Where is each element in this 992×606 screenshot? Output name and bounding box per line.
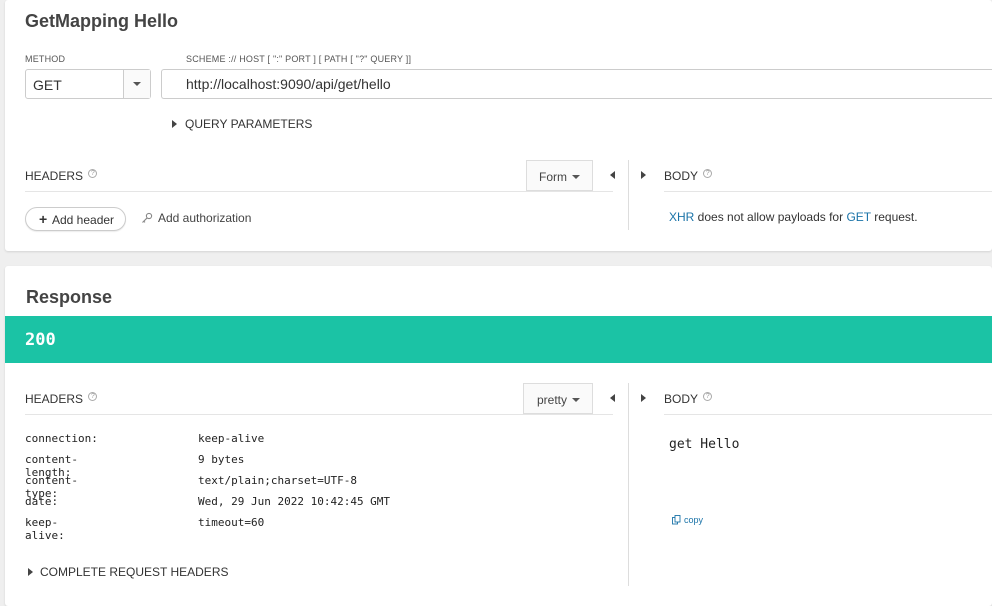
divider xyxy=(664,191,992,192)
help-icon[interactable]: ? xyxy=(703,169,713,178)
add-header-label: Add header xyxy=(52,213,115,227)
method-value: GET xyxy=(33,77,62,93)
pretty-button-label: pretty xyxy=(537,393,568,407)
expand-right-icon[interactable] xyxy=(641,394,646,402)
body-payload-note: XHR does not allow payloads for GET requ… xyxy=(669,210,918,224)
key-icon xyxy=(142,212,153,223)
chevron-down-icon xyxy=(572,175,580,179)
form-button-label: Form xyxy=(539,170,567,184)
form-button[interactable]: Form xyxy=(526,160,593,191)
request-panel: GetMapping Hello METHOD SCHEME :// HOST … xyxy=(5,0,992,251)
divider xyxy=(25,414,613,415)
response-title: Response xyxy=(26,287,113,307)
status-code: 200 xyxy=(25,330,56,350)
request-body-text: BODY xyxy=(664,169,698,183)
panel-splitter[interactable] xyxy=(628,160,629,230)
response-body-content: get Hello xyxy=(669,437,740,452)
method-label: METHOD xyxy=(25,54,66,64)
header-value: keep-alive xyxy=(198,432,265,445)
collapse-left-icon[interactable] xyxy=(610,171,615,179)
header-value: text/plain;charset=UTF-8 xyxy=(198,474,357,487)
header-name: keep-alive: xyxy=(25,516,65,542)
response-headers-text: HEADERS xyxy=(25,392,84,406)
url-format-label: SCHEME :// HOST [ ":" PORT ] [ PATH [ "?… xyxy=(186,54,412,64)
help-icon[interactable]: ? xyxy=(88,392,98,401)
body-note-text: does not allow payloads for xyxy=(694,210,847,224)
xhr-link[interactable]: XHR xyxy=(669,210,694,224)
response-body-text: BODY xyxy=(664,392,698,406)
header-value: 9 bytes xyxy=(198,453,245,466)
expand-right-icon[interactable] xyxy=(641,171,646,179)
url-input[interactable]: http://localhost:9090/api/get/hello xyxy=(161,69,992,99)
request-headers-label: HEADERS ? xyxy=(25,169,98,183)
add-authorization-label: Add authorization xyxy=(158,211,252,225)
collapse-left-icon[interactable] xyxy=(610,394,615,402)
query-parameters-label: QUERY PARAMETERS xyxy=(185,117,313,131)
plus-icon: + xyxy=(39,211,48,227)
header-value: Wed, 29 Jun 2022 10:42:45 GMT xyxy=(198,495,391,508)
pretty-button[interactable]: pretty xyxy=(523,383,593,414)
body-note-end: request. xyxy=(870,210,918,224)
response-panel: Response 200 HEADERS ? pretty BODY ? con… xyxy=(5,266,992,606)
get-link[interactable]: GET xyxy=(846,210,870,224)
help-icon[interactable]: ? xyxy=(703,392,713,401)
help-icon[interactable]: ? xyxy=(88,169,98,178)
request-body-label: BODY ? xyxy=(664,169,713,183)
panel-splitter[interactable] xyxy=(628,383,629,586)
add-authorization-link[interactable]: Add authorization xyxy=(141,211,251,225)
chevron-down-icon xyxy=(133,82,141,86)
complete-request-headers-label: COMPLETE REQUEST HEADERS xyxy=(40,565,229,579)
method-dropdown-toggle[interactable] xyxy=(123,70,150,98)
caret-right-icon xyxy=(172,120,177,128)
response-headers-label: HEADERS ? xyxy=(25,392,98,406)
header-value: timeout=60 xyxy=(198,516,265,529)
caret-right-icon xyxy=(28,568,33,576)
divider xyxy=(664,414,992,415)
method-select[interactable]: GET xyxy=(25,69,151,99)
chevron-down-icon xyxy=(572,398,580,402)
response-body-label: BODY ? xyxy=(664,392,713,406)
status-bar: 200 xyxy=(5,316,992,363)
header-name: date: xyxy=(25,495,59,508)
request-headers-text: HEADERS xyxy=(25,169,84,183)
copy-button[interactable]: copy xyxy=(672,515,703,525)
divider xyxy=(25,191,613,192)
complete-request-headers-toggle[interactable]: COMPLETE REQUEST HEADERS xyxy=(28,565,228,579)
copy-icon xyxy=(672,515,681,525)
add-header-button[interactable]: + Add header xyxy=(25,207,126,231)
copy-label: copy xyxy=(684,515,704,525)
query-parameters-toggle[interactable]: QUERY PARAMETERS xyxy=(172,117,312,131)
header-name: connection: xyxy=(25,432,98,445)
request-title: GetMapping Hello xyxy=(25,11,178,31)
